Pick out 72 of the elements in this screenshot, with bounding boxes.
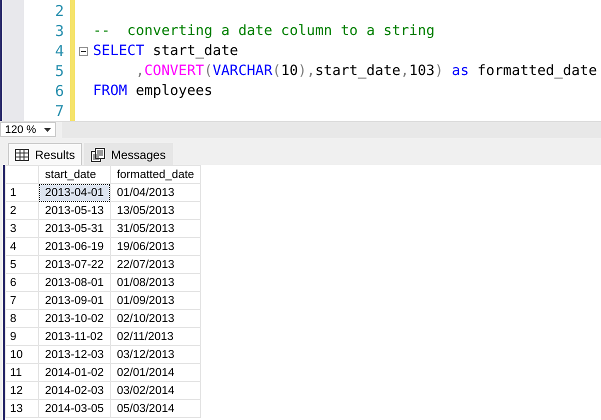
table-cell: 13/05/2013 [110,202,201,220]
keyword-token: VARCHAR [212,63,272,79]
table-cell: 2013-11-02 [38,328,110,346]
table-cell: 19/06/2013 [110,238,201,256]
table-cell: 2013-09-01 [38,292,110,310]
row-number: 7 [6,292,38,310]
row-number: 6 [6,274,38,292]
horizontal-scrollbar[interactable] [62,122,601,138]
line-number: 6 [54,82,64,100]
code-token: employees [134,83,213,99]
table-cell: 2013-04-01 [38,184,110,202]
code-comment: -- converting a date column to a string [93,23,435,39]
keyword-token: SELECT [93,43,144,59]
punctuation-token: ), [298,63,316,79]
table-cell: 02/10/2013 [110,310,201,328]
code-token: 10 [280,63,298,79]
row-number: 4 [6,238,38,256]
table-cell: 02/01/2014 [110,364,201,382]
punctuation-token: ( [272,63,281,79]
code-token: formatted_date [476,63,598,79]
results-tab[interactable]: Messages [84,143,173,165]
table-cell: 22/07/2013 [110,256,201,274]
punctuation-token: ( [204,63,213,79]
table-cell: 31/05/2013 [110,220,201,238]
grid-icon [15,148,29,160]
table-cell: 2014-02-03 [38,382,110,400]
table-cell: 2013-05-13 [38,202,110,220]
document-icon [91,148,106,162]
table-cell: 2014-01-02 [38,364,110,382]
collapse-icon[interactable] [79,46,88,56]
column-header[interactable]: formatted_date [110,166,201,184]
row-number: 9 [6,328,38,346]
table-cell: 2013-12-03 [38,346,110,364]
table-cell: 03/02/2014 [110,382,201,400]
table-cell: 01/04/2013 [110,184,201,202]
row-number: 13 [6,400,38,418]
column-header[interactable]: start_date [38,166,110,184]
function-token: CONVERT [144,63,204,79]
row-number: 12 [6,382,38,400]
table-cell: 2013-06-19 [38,238,110,256]
row-number: 8 [6,310,38,328]
row-number: 2 [6,202,38,220]
table-cell: 2013-08-01 [38,274,110,292]
row-number: 10 [6,346,38,364]
punctuation-token: , [134,63,144,79]
keyword-token: FROM [93,83,128,99]
results-tab[interactable]: Results [8,143,82,165]
code-token: 103 [409,63,435,79]
code-token: start_date [315,63,401,79]
keyword-token: as [450,63,469,79]
table-cell: 2013-10-02 [38,310,110,328]
line-number: 7 [54,102,64,120]
line-number: 2 [54,2,64,20]
table-cell: 05/03/2014 [110,400,201,418]
table-cell: 01/08/2013 [110,274,201,292]
table-cell: 03/12/2013 [110,346,201,364]
table-cell: 01/09/2013 [110,292,201,310]
punctuation-token: ) [434,63,444,79]
row-number: 3 [6,220,38,238]
zoom-dropdown[interactable]: 120 % [0,122,56,137]
row-number: 5 [6,256,38,274]
line-number: 5 [54,62,64,80]
line-number: 3 [54,22,64,40]
caret-icon [44,128,51,132]
row-number: 11 [6,364,38,382]
table-cell: 2014-03-05 [38,400,110,418]
table-cell: 02/11/2013 [110,328,201,346]
punctuation-token: , [400,63,410,79]
table-cell: 2013-05-31 [38,220,110,238]
table-cell: 2013-07-22 [38,256,110,274]
line-number: 4 [54,42,64,60]
code-token: start_date [152,43,238,59]
